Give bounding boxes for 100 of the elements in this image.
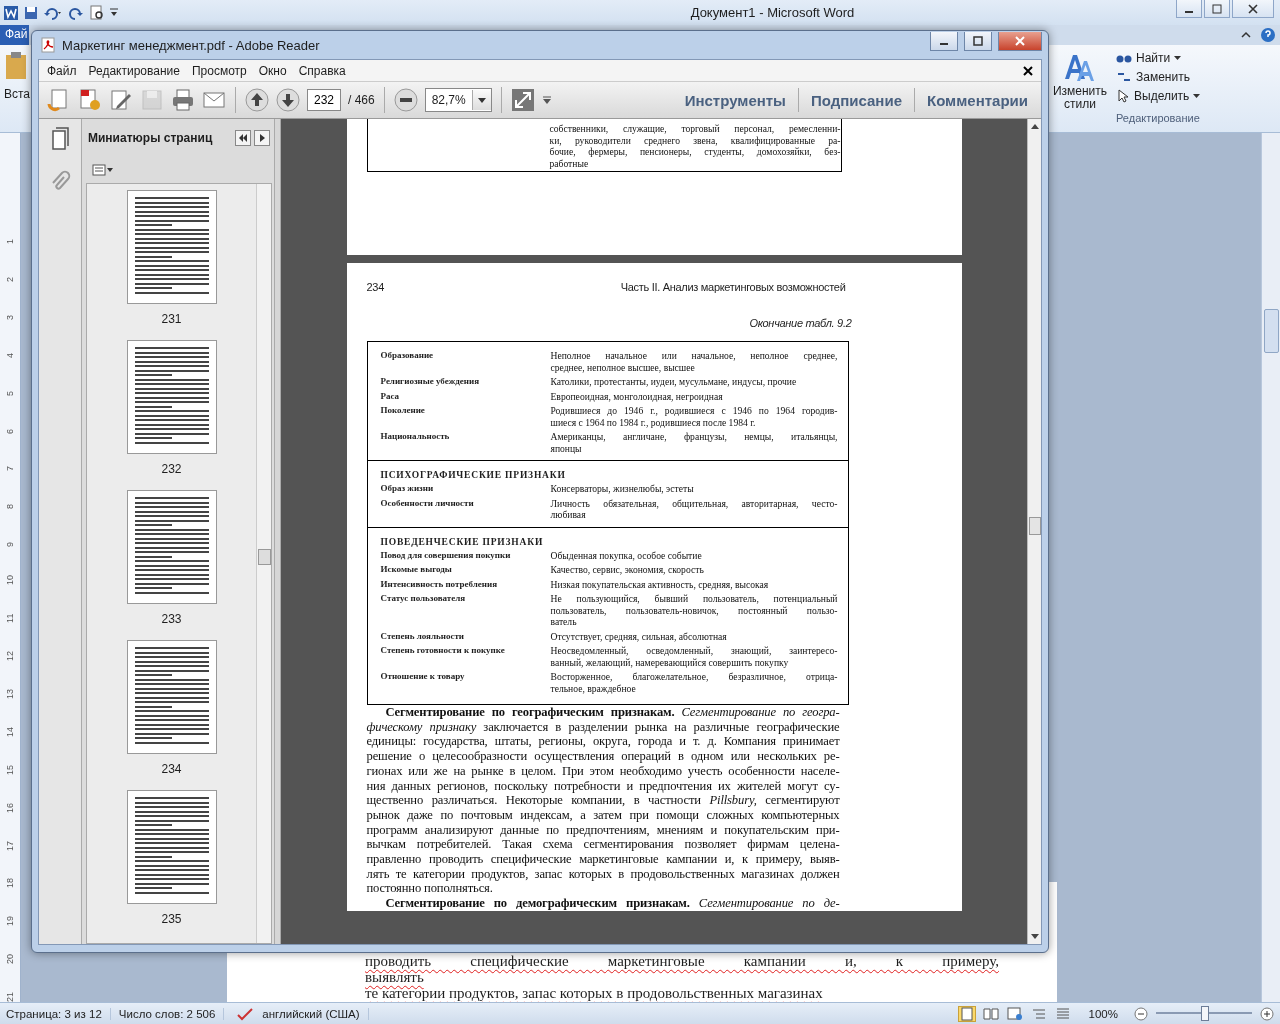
table-cell-text: Католики, протестанты, иудеи, мусульмане, индусы, прочие <box>550 376 798 388</box>
edit-document-icon[interactable] <box>109 88 133 112</box>
caret-icon[interactable] <box>1174 56 1182 60</box>
panel-tab[interactable]: Инструменты <box>679 91 791 109</box>
menu-item[interactable]: Справка <box>292 63 352 78</box>
table-cell: Личность обязательная, общительная, авторитарная, често- любивая <box>550 497 838 521</box>
expand-icon[interactable] <box>510 88 535 112</box>
panel-tab[interactable]: Подписание <box>805 91 907 109</box>
close-icon[interactable] <box>1023 65 1033 76</box>
running-head: Часть II. Анализ маркетинговых возможностей <box>620 281 846 293</box>
ruler-number: 8 <box>5 503 15 510</box>
page-thumbnail[interactable] <box>126 640 217 754</box>
pdf-icon <box>40 37 56 53</box>
table-cell-text: Статус пользователя <box>380 593 467 605</box>
zoom-out-icon[interactable] <box>393 88 418 112</box>
zoom-slider-thumb[interactable] <box>1201 1006 1209 1021</box>
menu-item[interactable]: Файл <box>41 63 83 78</box>
ruler-number: 6 <box>5 427 15 434</box>
scrollbar[interactable] <box>1027 119 1041 944</box>
scrollbar-thumb[interactable] <box>1029 517 1041 535</box>
find-button[interactable]: Найти <box>1116 51 1201 65</box>
minimize-button[interactable] <box>930 31 958 51</box>
change-styles-button[interactable]: Изменить стили <box>1052 51 1108 132</box>
caret-icon[interactable] <box>1193 94 1201 98</box>
caret-icon[interactable] <box>477 97 486 103</box>
page-thumbnail[interactable] <box>126 190 217 304</box>
ruler-number: 20 <box>5 953 15 965</box>
ruler-number: 12 <box>5 649 15 661</box>
replace-button[interactable]: Заменить <box>1116 70 1201 84</box>
page-thumbnail[interactable] <box>126 490 217 604</box>
file-tab[interactable]: Фай <box>0 25 29 45</box>
language-indicator[interactable]: английский (США) <box>262 1007 369 1020</box>
scrollbar-thumb[interactable] <box>258 549 271 565</box>
table-cell-text: Раса <box>380 390 401 402</box>
collapse-panel-button[interactable] <box>235 130 251 146</box>
paste-label[interactable]: Вста <box>4 87 31 101</box>
maximize-icon[interactable] <box>973 35 983 46</box>
ruler-number: 5 <box>5 389 15 396</box>
double-left-arrow-icon[interactable] <box>238 134 248 142</box>
print-preview-icon[interactable] <box>89 4 105 21</box>
maximize-icon[interactable] <box>1212 3 1222 14</box>
pages-icon[interactable] <box>49 127 71 151</box>
page-number: 231 <box>161 312 182 326</box>
page-number-field[interactable]: 232 <box>307 89 341 111</box>
close-button[interactable] <box>1232 0 1274 18</box>
panel-tab[interactable]: Комментарии <box>922 91 1033 109</box>
scroll-down-icon[interactable] <box>1030 934 1039 940</box>
table-cell-text: Национальность <box>380 431 451 443</box>
ruler-number: 4 <box>5 351 15 358</box>
scrollbar[interactable] <box>1261 133 1280 1002</box>
document-gear-icon[interactable] <box>78 88 102 112</box>
save-icon[interactable] <box>23 4 39 21</box>
web-layout-icon[interactable] <box>1006 1006 1023 1021</box>
scroll-up-icon[interactable] <box>1030 123 1039 129</box>
maximize-button[interactable] <box>964 31 992 51</box>
print-layout-icon[interactable] <box>958 1006 975 1021</box>
ruler-number: 19 <box>5 915 15 927</box>
ruler-number: 7 <box>5 465 15 472</box>
paperclip-icon[interactable] <box>49 169 71 193</box>
cursor-icon[interactable] <box>1116 89 1130 103</box>
page-thumbnail[interactable] <box>126 790 217 904</box>
page-count[interactable]: Страница: 3 из 12 <box>6 1007 111 1020</box>
table-cell-text: Качество, сервис, экономия, скорость <box>550 564 705 576</box>
ruler-number: 2 <box>5 275 15 282</box>
spellcheck-icon[interactable] <box>236 1006 255 1021</box>
previous-page-icon[interactable] <box>245 88 269 112</box>
page-number: 235 <box>161 912 182 926</box>
select-button[interactable]: Выделить <box>1116 89 1201 103</box>
zoom-level[interactable]: 100% <box>1088 1007 1126 1020</box>
scrollbar-thumb[interactable] <box>1264 309 1279 353</box>
paragraph: Сегментирование по географическим признакам. Сегментирование по геогра- фическому признаку заключается в разделении рынка на различные географические единицы: государства, штаты, регионы, округа, города и т. д. Компания принимает решение о целесообразности осуществления операций в одном или нескольких ре- гионах или же на рынке в целом. При этом необходимо учесть особенности населе- ния данных регионов, поскольку потребности и предпочтения их жителей могут су- щественно различаться. Некоторые компании, в частности Pillsbury, сегментируют рынок даже по почтовым индексам, а затем при помощи сложных компьютерных программ анализируют данные по предпочтениям, мнениям и покупательским при- вычкам потребителей. Такая схема сегментирования позволяет фирмам целена- правленно проводить специфические маркетинговые кампании и, к примеру, выяв- лять те категории продуктов, запас которых в продовольственных магазинах должен постоянно пополняться. <box>366 705 840 897</box>
expand-panel-button[interactable] <box>254 130 270 146</box>
minimize-button[interactable] <box>1176 0 1202 18</box>
print-icon[interactable] <box>171 88 195 112</box>
menu-item[interactable]: Редактирование <box>82 63 186 78</box>
table-cell-text: Отношение к товару <box>380 671 466 683</box>
menu-item[interactable]: Просмотр <box>185 63 253 78</box>
right-arrow-icon[interactable] <box>258 134 266 142</box>
page-number: 233 <box>161 612 182 626</box>
help-icon[interactable] <box>1260 27 1276 43</box>
ruler-number: 9 <box>5 541 15 548</box>
close-icon[interactable] <box>1248 3 1258 14</box>
menu-item[interactable]: Окно <box>252 63 293 78</box>
close-button[interactable] <box>998 31 1042 51</box>
more-tools-caret-icon[interactable] <box>541 95 552 105</box>
reading-view-icon[interactable] <box>982 1006 999 1021</box>
zoom-in-icon[interactable] <box>1260 1006 1274 1021</box>
next-page-icon[interactable] <box>276 88 300 112</box>
table-cell: Неосведомленный, осведомленный, знающий, заинтересо- ванный, желающий, намеревающийся совершить покупку <box>550 645 838 668</box>
table-cell-text: Поколение <box>380 405 426 417</box>
word-count[interactable]: Число слов: 2 506 <box>118 1007 225 1020</box>
word-logo-icon[interactable] <box>3 4 19 21</box>
scrollbar[interactable] <box>256 184 271 943</box>
page-number: 234 <box>161 762 182 776</box>
replace-icon[interactable] <box>1116 70 1132 84</box>
zoom-field[interactable]: 82,7% <box>424 88 492 112</box>
paragraph: Сегментирование по демографическим признакам. Сегментирование по де- <box>384 896 840 911</box>
table-cell-text: Степень лояльности <box>380 630 465 642</box>
ruler-number: 3 <box>5 313 15 320</box>
page-thumbnail[interactable] <box>126 340 217 454</box>
